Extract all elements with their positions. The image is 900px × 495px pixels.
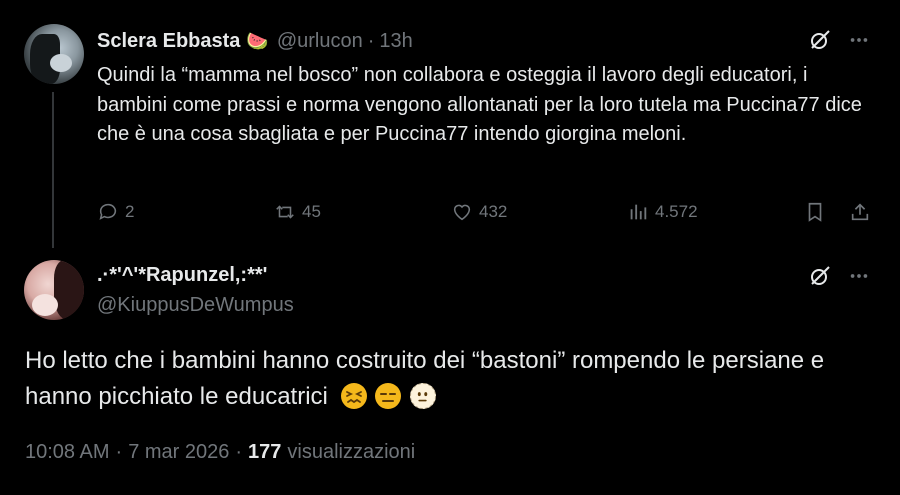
separator: · <box>235 441 243 463</box>
share-icon <box>851 203 869 221</box>
handle[interactable]: @urlucon <box>277 30 363 53</box>
dotted-line-face-icon <box>409 383 436 409</box>
grok-icon[interactable] <box>806 26 834 54</box>
reply-icon <box>99 203 117 220</box>
separator: · <box>367 29 375 52</box>
thread-line <box>52 92 54 248</box>
handle[interactable]: @KiuppusDeWumpus <box>97 294 294 317</box>
views-count: 4.572 <box>655 202 698 221</box>
watermelon-icon: 🍉 <box>246 30 269 51</box>
tweet-text-container: Ho letto che i bambini hanno costruito d… <box>25 343 845 415</box>
more-options-icon[interactable] <box>845 262 873 290</box>
like-count: 432 <box>479 202 508 221</box>
reply-button[interactable]: 2 <box>97 200 134 224</box>
separator: · <box>115 441 123 463</box>
tweet-time[interactable]: 10:08 AM <box>25 441 110 464</box>
repost-icon <box>276 205 294 219</box>
avatar[interactable] <box>24 24 84 84</box>
views-button[interactable]: 4.572 <box>627 200 698 224</box>
reply-count: 2 <box>125 202 135 221</box>
bookmark-button[interactable] <box>804 200 826 224</box>
views-count: 177 <box>248 441 282 463</box>
repost-button[interactable]: 45 <box>274 200 321 224</box>
expressionless-face-icon <box>375 383 402 409</box>
tweet-meta: 10:08 AM · 7 mar 2026 · 177 visualizzazi… <box>25 441 415 464</box>
tweet-text: Quindi la “mamma nel bosco” non collabor… <box>97 64 862 145</box>
bookmark-icon <box>808 202 822 222</box>
timestamp[interactable]: 13h <box>379 30 412 53</box>
share-button[interactable] <box>849 200 871 224</box>
views-label: visualizzazioni <box>287 441 416 463</box>
more-options-icon[interactable] <box>845 26 873 54</box>
heart-icon <box>453 204 471 221</box>
tweet-header: Sclera Ebbasta 🍉 @urlucon · 13h <box>97 28 413 54</box>
grok-icon[interactable] <box>806 262 834 290</box>
confounded-face-icon <box>340 383 367 409</box>
tweet-date[interactable]: 7 mar 2026 <box>128 441 229 464</box>
repost-count: 45 <box>302 202 321 221</box>
display-name[interactable]: Sclera Ebbasta <box>97 30 240 53</box>
avatar[interactable] <box>24 260 84 320</box>
like-button[interactable]: 432 <box>451 200 507 224</box>
analytics-icon <box>630 204 647 220</box>
display-name[interactable]: .·*'^'*Rapunzel,:**' <box>97 264 267 287</box>
